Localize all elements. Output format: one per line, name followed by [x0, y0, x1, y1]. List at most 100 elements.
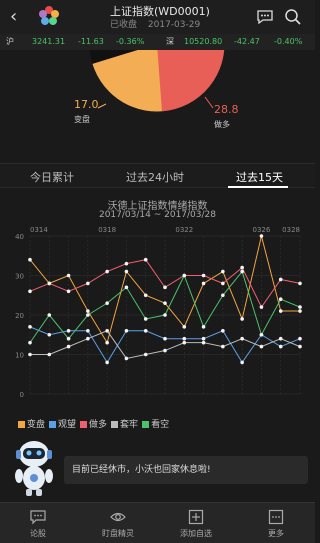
data-point	[278, 297, 283, 301]
data-point	[240, 265, 244, 270]
legend-label: 做多	[89, 420, 108, 430]
data-point	[105, 329, 109, 333]
sh-label: 沪	[6, 37, 14, 46]
sentiment-pie: 17.0 变盘 28.8 做多	[0, 50, 315, 162]
data-point	[298, 309, 302, 313]
legend-item: 变盘	[18, 420, 45, 430]
data-point	[86, 281, 90, 286]
y-tick-label: 0	[20, 391, 24, 399]
tab-24h[interactable]: 过去24小时	[126, 169, 184, 185]
data-point	[86, 313, 90, 317]
series-line-看空	[29, 270, 301, 343]
legend-item: 看空	[142, 420, 169, 430]
y-tick-label: 20	[15, 312, 24, 320]
nav-discuss-label: 论股	[30, 529, 46, 538]
data-point	[143, 293, 148, 298]
data-point	[259, 234, 264, 238]
x-tick-label: 0318	[98, 226, 116, 234]
data-point	[163, 336, 167, 341]
data-point	[28, 352, 32, 357]
time-range-tabs: 今日累计 过去24小时 过去15天	[0, 163, 315, 188]
data-point	[240, 360, 244, 365]
robot-panel: 目前已经休市，小沃也回家休息啦!	[0, 432, 315, 502]
nav-more[interactable]: 更多	[246, 509, 306, 539]
data-point	[28, 340, 32, 345]
more-icon	[268, 509, 284, 525]
data-point	[240, 317, 244, 321]
data-point	[124, 356, 129, 361]
status-text: 已收盘	[110, 20, 138, 30]
sh-value: 3241.31	[32, 37, 66, 46]
data-point	[66, 329, 71, 333]
data-point	[278, 277, 283, 282]
search-icon[interactable]	[284, 8, 302, 26]
pie-chart-graphic	[88, 50, 226, 113]
robot-message: 目前已经休市，小沃也回家休息啦!	[64, 456, 308, 484]
app-logo-icon	[39, 6, 59, 25]
y-tick-label: 30	[15, 273, 24, 281]
back-arrow-icon[interactable]: ‹	[10, 6, 17, 27]
data-point	[278, 336, 283, 341]
data-point	[278, 309, 283, 313]
data-point	[86, 336, 90, 341]
legend-label: 变盘	[27, 420, 46, 430]
data-point	[105, 340, 109, 345]
legend-item: 观望	[49, 420, 76, 430]
nav-add-favorite[interactable]: 添加自选	[166, 509, 226, 539]
data-point	[201, 273, 206, 278]
data-point	[298, 305, 302, 309]
data-point	[86, 309, 90, 313]
data-point	[143, 329, 148, 333]
data-point	[66, 336, 71, 341]
tab-15days[interactable]: 过去15天	[236, 169, 283, 185]
legend-label: 看空	[151, 420, 170, 430]
plus-box-icon	[188, 509, 204, 525]
bottom-nav: 论股 盯盘精灵 添加自选 更多	[0, 502, 315, 543]
chart-date-range: 2017/03/14 ~ 2017/03/28	[98, 210, 216, 220]
chat-icon[interactable]	[256, 8, 274, 26]
data-point	[298, 281, 302, 286]
data-point	[221, 281, 225, 286]
legend-label: 观望	[58, 420, 77, 430]
data-point	[66, 344, 71, 349]
data-point	[221, 329, 225, 333]
legend-item: 套牢	[111, 420, 138, 430]
data-point	[298, 336, 302, 341]
pie-right-value: 28.8	[214, 103, 239, 116]
data-point	[201, 340, 206, 345]
series-line-做多	[29, 259, 301, 309]
data-point	[201, 325, 206, 329]
data-point	[259, 332, 264, 337]
tab-today[interactable]: 今日累计	[30, 169, 74, 185]
comment-icon	[30, 510, 46, 525]
data-point	[47, 313, 52, 317]
data-point	[105, 301, 109, 305]
data-point	[201, 336, 206, 341]
nav-discuss[interactable]: 论股	[8, 509, 68, 539]
data-point	[28, 325, 32, 329]
x-tick-label: 0314	[30, 226, 48, 234]
data-point	[143, 317, 148, 321]
y-tick-label: 40	[15, 233, 24, 241]
sz-pct: -0.40%	[274, 37, 303, 46]
data-point	[105, 269, 109, 274]
data-point	[28, 257, 32, 262]
data-point	[163, 285, 167, 290]
data-point	[278, 344, 283, 349]
data-point	[163, 313, 167, 317]
data-point	[182, 273, 187, 278]
data-point	[182, 336, 187, 341]
data-point	[124, 329, 129, 333]
sz-value: 10520.80	[184, 37, 223, 46]
data-point	[221, 344, 225, 349]
data-point	[105, 360, 109, 365]
data-point	[66, 273, 71, 278]
pie-left-value: 17.0	[74, 98, 99, 111]
nav-watch-sprite[interactable]: 盯盘精灵	[88, 509, 148, 539]
legend-swatch	[49, 421, 57, 428]
market-status: 已收盘 2017-03-29	[110, 17, 208, 30]
legend-item: 做多	[80, 420, 107, 430]
sh-change: -11.63	[78, 37, 104, 46]
data-point	[163, 348, 167, 353]
legend-label: 套牢	[120, 420, 139, 430]
